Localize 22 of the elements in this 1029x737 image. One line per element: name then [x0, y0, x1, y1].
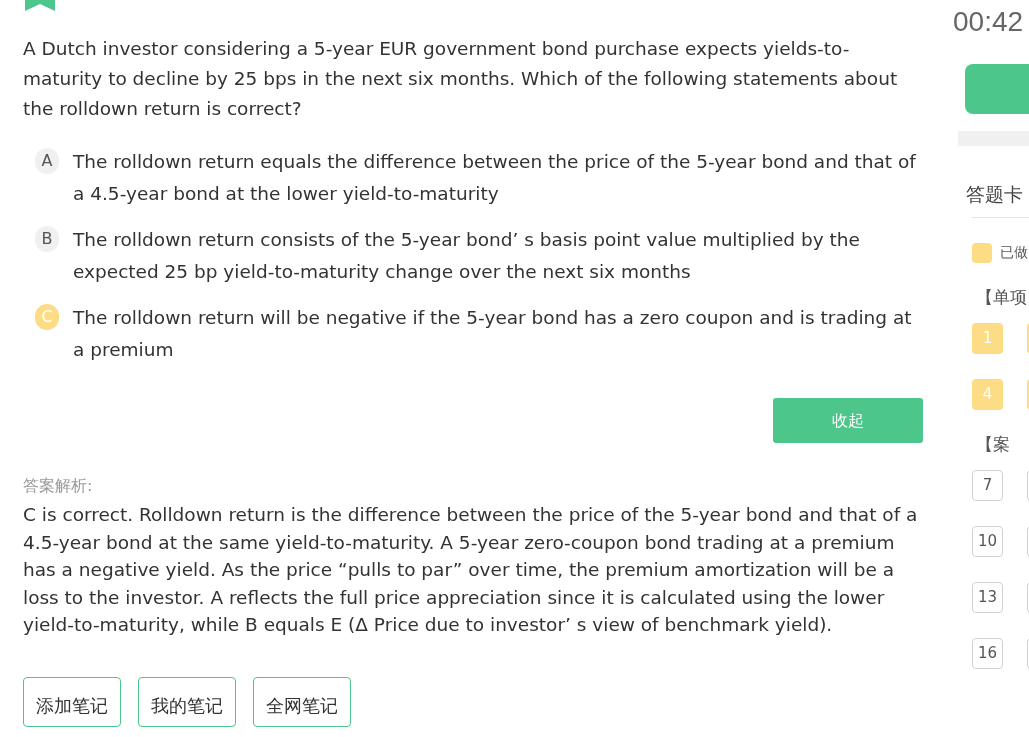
- analysis-label: 答案解析:: [23, 476, 94, 496]
- question-number-button[interactable]: 16: [972, 638, 1003, 669]
- note-button[interactable]: 全网笔记: [253, 676, 351, 727]
- option-text[interactable]: The rolldown return equals the difference between the price of the 5-year bond and that of a 4.5-year bond at the lower yield-to-maturity: [73, 146, 923, 210]
- section-title: 【单项: [975, 286, 1028, 309]
- question-number-button[interactable]: 7: [972, 470, 1003, 501]
- answer-card-title: 答题卡: [965, 182, 1024, 207]
- note-button[interactable]: 添加笔记: [23, 676, 121, 727]
- analysis-text: C is correct. Rolldown return is the difference between the price of the 5-year bond and that of a 4.5-year bond at the same yield-to-maturity. A 5-year zero-coupon bond trading at a premium has a negative yield. As the price “pulls to par” over time, the premium amortization will be a loss to the investor. A reflects the full price appreciation since it is calculated using the lower yield-to-maturity, while B equals E (Δ Price due to investor’ s view of benchmark yield).: [23, 503, 919, 637]
- option-letter[interactable]: A: [35, 148, 59, 174]
- section-title: 【案: [975, 433, 1011, 456]
- question-number-button[interactable]: 10: [972, 526, 1003, 557]
- option-text[interactable]: The rolldown return will be negative if the 5-year bond has a zero coupon and is trading at a premium: [73, 302, 923, 366]
- question-number-button[interactable]: 13: [972, 582, 1003, 613]
- note-button[interactable]: 我的笔记: [138, 676, 236, 727]
- question-text: A Dutch investor considering a 5-year EUR government bond purchase expects yields-to-maturity to decline by 25 bps in the next six months. Which of the following statements about the rolldown return is correct?: [23, 37, 899, 121]
- done-legend-label: 已做: [1000, 243, 1028, 262]
- option-letter[interactable]: B: [35, 226, 59, 252]
- option-text[interactable]: The rolldown return consists of the 5-year bond’ s basis point value multiplied by the expected 25 bp yield-to-maturity change over the next six months: [73, 224, 923, 288]
- done-legend-icon: [972, 242, 992, 263]
- bookmark-icon[interactable]: [25, 0, 55, 11]
- timer: 00:42: [953, 5, 1025, 39]
